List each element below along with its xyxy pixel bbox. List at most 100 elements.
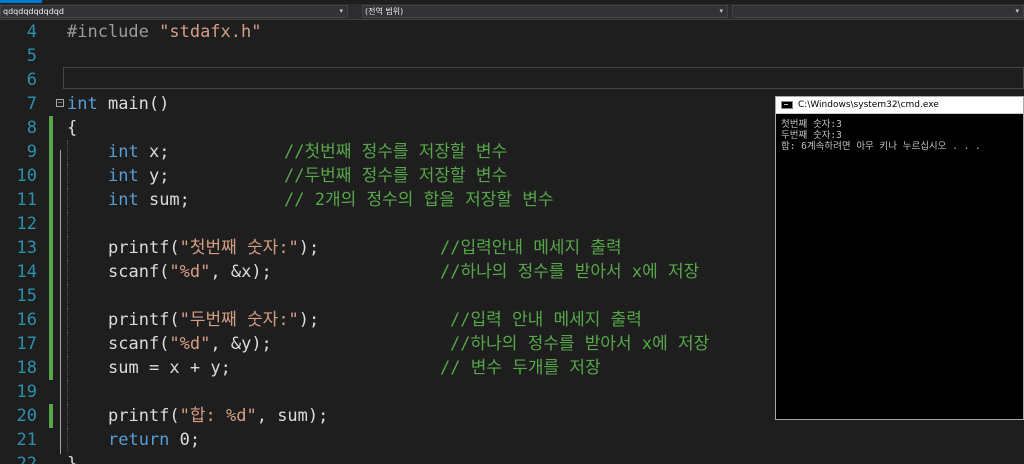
return-value: 0; bbox=[169, 430, 201, 450]
code-text[interactable]: printf("합: %d", sum); bbox=[108, 404, 328, 428]
function-call: printf( bbox=[108, 406, 180, 426]
change-indicator bbox=[49, 260, 53, 284]
code-text[interactable]: int sum; bbox=[108, 188, 190, 212]
string-literal: "stdafx.h" bbox=[159, 22, 262, 42]
change-indicator bbox=[49, 140, 53, 164]
code-text[interactable]: scanf("%d", &x); bbox=[108, 260, 272, 284]
keyword: int bbox=[108, 166, 139, 186]
indent-guide bbox=[67, 332, 68, 356]
chevron-down-icon: ▾ bbox=[719, 7, 723, 15]
line-number: 10 bbox=[16, 166, 37, 186]
string-literal: "두번째 숫자:" bbox=[179, 310, 299, 330]
indent-guide bbox=[67, 284, 68, 308]
line-number: 14 bbox=[16, 262, 37, 282]
code-text[interactable]: int main() bbox=[67, 92, 169, 116]
code-comment[interactable]: //첫번째 정수를 저장할 변수 bbox=[284, 140, 507, 164]
function-call: scanf( bbox=[108, 334, 170, 354]
indent-guide bbox=[67, 356, 68, 380]
chevron-down-icon: ▾ bbox=[1015, 7, 1019, 15]
line-number: 19 bbox=[16, 382, 37, 402]
code-line[interactable]: 21 return 0; bbox=[0, 428, 1024, 452]
code-text[interactable]: sum = x + y; bbox=[108, 356, 231, 380]
code-comment[interactable]: // 변수 두개를 저장 bbox=[440, 356, 601, 380]
code-text[interactable]: printf("두번째 숫자:"); bbox=[108, 308, 319, 332]
code-comment[interactable]: //입력안내 메세지 출력 bbox=[440, 236, 622, 260]
change-indicator bbox=[49, 188, 53, 212]
punctuation: , &x); bbox=[210, 262, 272, 282]
function-call: printf( bbox=[108, 238, 180, 258]
indent-guide bbox=[67, 380, 68, 404]
change-indicator bbox=[49, 164, 53, 188]
indent-guide bbox=[67, 428, 68, 452]
line-number: 20 bbox=[16, 406, 37, 426]
console-output: 첫번째 숫자:3 두번째 숫자:3 합: 6계속하려면 아무 키나 누르십시오 . … bbox=[776, 114, 1023, 152]
change-indicator bbox=[49, 332, 53, 356]
code-text[interactable]: scanf("%d", &y); bbox=[108, 332, 272, 356]
code-comment[interactable]: //하나의 정수를 받아서 x에 저장 bbox=[450, 332, 709, 356]
code-line[interactable]: 6 bbox=[0, 68, 1024, 92]
code-text[interactable]: { bbox=[67, 116, 77, 140]
console-line: 첫번째 숫자:3 bbox=[781, 119, 842, 130]
line-number: 15 bbox=[16, 286, 37, 306]
declaration: x; bbox=[138, 142, 170, 162]
indent-guide bbox=[67, 236, 68, 260]
code-comment[interactable]: //두번째 정수를 저장할 변수 bbox=[284, 164, 507, 188]
function-call: scanf( bbox=[108, 262, 170, 282]
line-number: 6 bbox=[26, 70, 37, 90]
code-text[interactable]: } bbox=[67, 452, 77, 464]
code-line[interactable]: 5 bbox=[0, 44, 1024, 68]
line-number: 7 bbox=[26, 94, 37, 114]
line-number: 5 bbox=[26, 46, 37, 66]
member-dropdown[interactable]: ▾ bbox=[732, 5, 1024, 18]
function-call: printf( bbox=[108, 310, 180, 330]
punctuation: , &y); bbox=[210, 334, 272, 354]
punctuation: ); bbox=[298, 310, 320, 330]
keyword: int bbox=[67, 94, 98, 114]
code-line[interactable]: 4 #include "stdafx.h" bbox=[0, 20, 1024, 44]
collapse-icon[interactable]: − bbox=[56, 99, 64, 107]
line-number: 9 bbox=[26, 142, 37, 162]
indent-guide bbox=[67, 260, 68, 284]
code-text[interactable]: return 0; bbox=[108, 428, 200, 452]
function-dropdown[interactable]: (전역 범위) ▾ bbox=[362, 5, 728, 18]
indent-guide bbox=[67, 404, 68, 428]
indent-guide bbox=[67, 164, 68, 188]
line-number: 16 bbox=[16, 310, 37, 330]
console-line: 합: 6계속하려면 아무 키나 누르십시오 . . . bbox=[781, 141, 981, 152]
line-number: 11 bbox=[16, 190, 37, 210]
code-text[interactable]: #include "stdafx.h" bbox=[67, 20, 261, 44]
line-number: 8 bbox=[26, 118, 37, 138]
change-indicator bbox=[49, 404, 53, 428]
code-comment[interactable]: // 2개의 정수의 합을 저장할 변수 bbox=[284, 188, 554, 212]
line-number: 17 bbox=[16, 334, 37, 354]
code-text[interactable]: int x; bbox=[108, 140, 169, 164]
string-literal: "%d" bbox=[169, 334, 211, 354]
console-titlebar[interactable]: C:\Windows\system32\cmd.exe bbox=[776, 97, 1023, 114]
code-text[interactable]: printf("첫번째 숫자:"); bbox=[108, 236, 319, 260]
change-indicator bbox=[49, 212, 53, 236]
preprocessor-directive: #include bbox=[67, 22, 160, 42]
code-line[interactable]: 22 } bbox=[0, 452, 1024, 464]
scope-dropdown[interactable]: qdqdqdqdqdqd ▾ bbox=[0, 5, 348, 18]
cmd-icon bbox=[781, 101, 793, 109]
function-dropdown-value: (전역 범위) bbox=[365, 7, 404, 16]
change-indicator bbox=[49, 236, 53, 260]
indent-guide bbox=[67, 212, 68, 236]
scope-dropdown-value: qdqdqdqdqdqd bbox=[3, 7, 64, 16]
code-comment[interactable]: //입력 안내 메세지 출력 bbox=[450, 308, 642, 332]
keyword: int bbox=[108, 190, 139, 210]
function-signature: main() bbox=[97, 94, 170, 114]
console-window[interactable]: C:\Windows\system32\cmd.exe 첫번째 숫자:3 두번째 … bbox=[775, 96, 1024, 420]
change-indicator bbox=[49, 308, 53, 332]
declaration: sum; bbox=[138, 190, 190, 210]
change-indicator bbox=[49, 116, 53, 140]
line-number: 12 bbox=[16, 214, 37, 234]
line-number: 21 bbox=[16, 430, 37, 450]
navigation-bar: qdqdqdqdqdqd ▾ (전역 범위) ▾ ▾ bbox=[0, 4, 1024, 20]
keyword: return bbox=[108, 430, 170, 450]
line-number: 18 bbox=[16, 358, 37, 378]
code-comment[interactable]: //하나의 정수를 받아서 x에 저장 bbox=[440, 260, 699, 284]
change-indicator bbox=[49, 284, 53, 308]
string-literal: "첫번째 숫자:" bbox=[179, 238, 299, 258]
code-text[interactable]: int y; bbox=[108, 164, 169, 188]
